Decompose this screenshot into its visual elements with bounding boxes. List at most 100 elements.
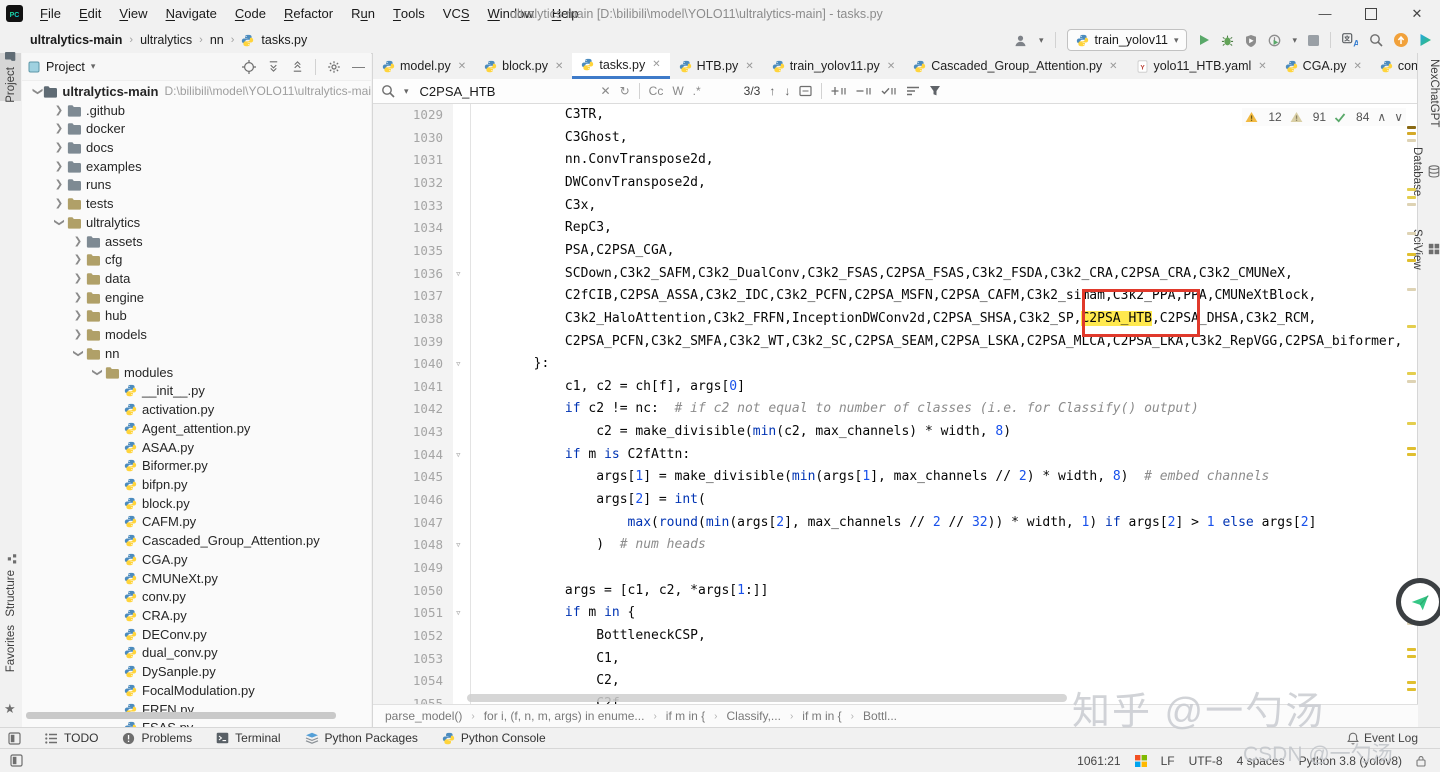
tree-chevron-icon[interactable]: ❯ (54, 214, 65, 230)
fold-marker-icon[interactable]: ▿ (455, 263, 462, 286)
tree-item-hub[interactable]: ❯ hub (22, 307, 371, 326)
tree-item-docs[interactable]: ❯ docs (22, 138, 371, 157)
windows-grid-icon[interactable] (1134, 754, 1147, 767)
prev-problem-button[interactable]: ∧ (1377, 110, 1386, 124)
menu-edit[interactable]: Edit (70, 0, 110, 27)
star-icon[interactable]: ★ (4, 701, 16, 717)
inspections-widget[interactable]: 12 91 84 ∧ ∨ (1242, 108, 1406, 126)
fold-marker-icon[interactable]: ▿ (455, 353, 462, 376)
tree-item-docker[interactable]: ❯ docker (22, 119, 371, 138)
tree-chevron-icon[interactable]: ❯ (70, 329, 86, 340)
next-match-button[interactable]: ↓ (784, 84, 790, 98)
tab-model.py[interactable]: model.py ✕ (373, 53, 475, 79)
code-breadcrumb-item[interactable]: Classify,... (726, 709, 780, 723)
tree-item-ultralytics[interactable]: ❯ ultralytics (22, 213, 371, 232)
tree-item-DEConv.py[interactable]: DEConv.py (22, 625, 371, 644)
debug-button[interactable] (1221, 34, 1234, 47)
code-editor[interactable]: 1029 C3TR, 1030 C3Ghost, 1031 nn.ConvTrans… (373, 104, 1418, 705)
code-line-1049[interactable]: 1049 (373, 557, 1418, 580)
code-line-1054[interactable]: 1054 C2, (373, 670, 1418, 693)
code-line-1040[interactable]: 1040 ▿ }: (373, 353, 1418, 376)
tab-train_yolov11.py[interactable]: train_yolov11.py ✕ (763, 53, 905, 79)
search-input[interactable] (417, 82, 592, 100)
tree-item-conv.py[interactable]: conv.py (22, 587, 371, 606)
coverage-button[interactable] (1245, 34, 1257, 47)
locate-file-icon[interactable] (242, 59, 256, 74)
menu-refactor[interactable]: Refactor (275, 0, 342, 27)
menu-file[interactable]: File (31, 0, 70, 27)
tool-button-sciview[interactable]: SciView (1411, 229, 1440, 270)
menu-view[interactable]: View (110, 0, 156, 27)
tool-button-todo[interactable]: TODO (45, 731, 98, 745)
tree-item-__init__.py[interactable]: __init__.py (22, 382, 371, 401)
tree-item-DySanple.py[interactable]: DySanple.py (22, 662, 371, 681)
code-line-1030[interactable]: 1030 C3Ghost, (373, 127, 1418, 150)
tree-item-dual_conv.py[interactable]: dual_conv.py (22, 644, 371, 663)
menu-run[interactable]: Run (342, 0, 384, 27)
interpreter[interactable]: Python 3.8 (yolov8) (1299, 754, 1402, 768)
tool-button-structure[interactable]: Structure (0, 553, 22, 617)
tree-item-activation.py[interactable]: activation.py (22, 400, 371, 419)
user-icon[interactable] (1013, 34, 1028, 47)
tool-button-problems[interactable]: Problems (122, 731, 192, 745)
indent-setting[interactable]: 4 spaces (1237, 754, 1285, 768)
code-line-1053[interactable]: 1053 C1, (373, 648, 1418, 671)
tab-CGA.py[interactable]: CGA.py ✕ (1276, 53, 1371, 79)
search-everywhere-icon[interactable] (1369, 33, 1383, 47)
search-in-selection-icon[interactable] (799, 85, 812, 97)
tree-item-data[interactable]: ❯ data (22, 269, 371, 288)
tree-item-FocalModulation.py[interactable]: FocalModulation.py (22, 681, 371, 700)
match-case-toggle[interactable]: Cc (649, 84, 664, 98)
translate-icon[interactable]: A (1342, 33, 1358, 47)
code-line-1037[interactable]: 1037 C2fCIB,C2PSA_ASSA,C3k2_IDC,C3k2_PCF… (373, 285, 1418, 308)
code-breadcrumb-item[interactable]: for i, (f, n, m, args) in enume... (484, 709, 645, 723)
tree-chevron-icon[interactable]: ❯ (51, 198, 67, 209)
filter-funnel-icon[interactable] (929, 85, 941, 97)
menu-tools[interactable]: Tools (384, 0, 434, 27)
tool-button-project[interactable]: Project (0, 51, 21, 102)
close-icon[interactable]: ✕ (1353, 61, 1361, 72)
tree-item-CMUNeXt.py[interactable]: CMUNeXt.py (22, 569, 371, 588)
add-occurrence-icon[interactable] (831, 85, 847, 97)
tree-item-block.py[interactable]: block.py (22, 494, 371, 513)
close-icon[interactable]: ✕ (887, 61, 895, 72)
tree-item-ASAA.py[interactable]: ASAA.py (22, 438, 371, 457)
close-icon[interactable]: ✕ (745, 61, 753, 72)
tree-item-CGA.py[interactable]: CGA.py (22, 550, 371, 569)
code-line-1048[interactable]: 1048 ▿ ) # num heads (373, 534, 1418, 557)
tree-item-Agent_attention.py[interactable]: Agent_attention.py (22, 419, 371, 438)
minimize-button[interactable]: — (1302, 0, 1348, 27)
menu-vcs[interactable]: VC S (434, 0, 479, 27)
tree-chevron-icon[interactable]: ❯ (70, 273, 86, 284)
tool-button-python-console[interactable]: Python Console (442, 731, 546, 745)
tree-chevron-icon[interactable]: ❯ (70, 236, 86, 247)
tree-item-.github[interactable]: ❯ .github (22, 101, 371, 120)
tab-HTB.py[interactable]: HTB.py ✕ (670, 53, 763, 79)
profiler-dropdown-icon[interactable]: ▾ (1292, 35, 1297, 46)
tree-chevron-icon[interactable]: ❯ (51, 161, 67, 172)
project-horizontal-scrollbar[interactable] (26, 712, 336, 719)
breadcrumb-item[interactable]: ultralytics-main (30, 33, 122, 47)
menu-code[interactable]: Code (226, 0, 275, 27)
code-line-1032[interactable]: 1032 DWConvTranspose2d, (373, 172, 1418, 195)
tree-chevron-icon[interactable]: ❯ (70, 310, 86, 321)
code-line-1031[interactable]: 1031 nn.ConvTranspose2d, (373, 149, 1418, 172)
collapse-all-icon[interactable] (291, 60, 304, 73)
tool-button-favorites[interactable]: Favorites (0, 625, 22, 672)
code-line-1050[interactable]: 1050 args = [c1, c2, *args[1:]] (373, 580, 1418, 603)
tree-chevron-icon[interactable]: ❯ (51, 123, 67, 134)
fold-marker-icon[interactable]: ▿ (455, 602, 462, 625)
code-line-1043[interactable]: 1043 c2 = make_divisible(min(c2, max_cha… (373, 421, 1418, 444)
code-breadcrumb-item[interactable]: Bottl... (863, 709, 897, 723)
tree-item-ultralytics-main[interactable]: ❯ ultralytics-main D:\bilibili\model\YOLO1… (22, 82, 371, 101)
code-line-1034[interactable]: 1034 RepC3, (373, 217, 1418, 240)
tree-chevron-icon[interactable]: ❯ (51, 142, 67, 153)
fold-marker-icon[interactable]: ▿ (455, 444, 462, 467)
words-toggle[interactable]: W (672, 84, 683, 98)
tree-item-CAFM.py[interactable]: CAFM.py (22, 513, 371, 532)
tree-item-CRA.py[interactable]: CRA.py (22, 606, 371, 625)
run-config-selector[interactable]: train_yolov11 ▾ (1066, 29, 1188, 51)
tree-item-FSAS.py[interactable]: FSAS.py (22, 718, 371, 727)
tab-conv.py[interactable]: conv.py✕ (1371, 53, 1418, 79)
floating-assistant-badge[interactable] (1396, 576, 1440, 632)
